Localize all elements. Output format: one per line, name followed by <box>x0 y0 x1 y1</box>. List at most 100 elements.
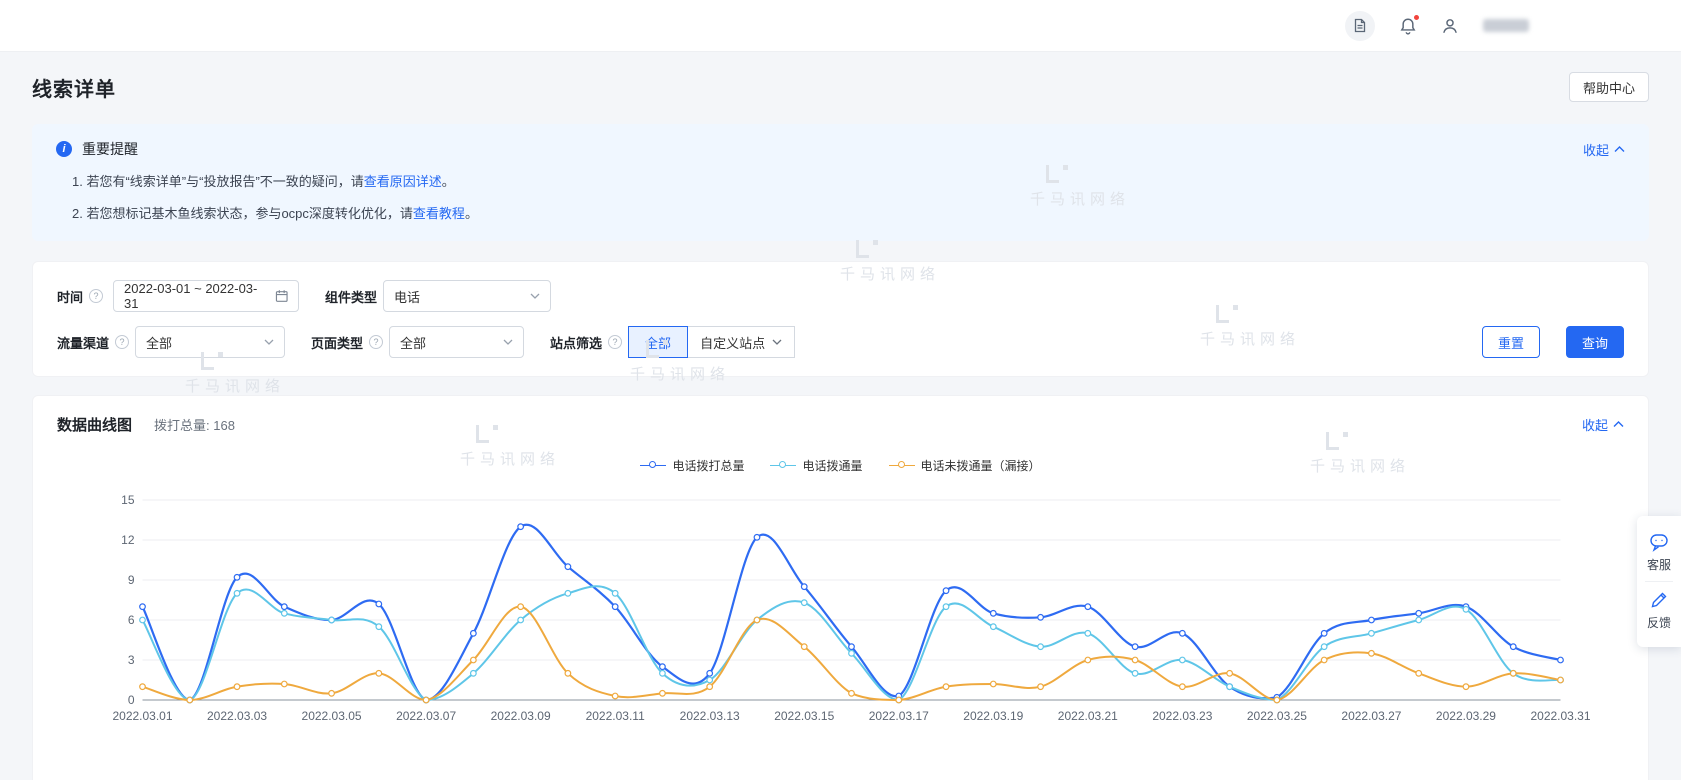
help-center-button[interactable]: 帮助中心 <box>1569 72 1649 102</box>
legend-item[interactable]: 电话拨通量 <box>770 457 862 474</box>
data-point[interactable] <box>1180 684 1186 690</box>
site-custom-segment[interactable]: 自定义站点 <box>688 326 795 358</box>
data-point[interactable] <box>849 691 855 697</box>
help-icon[interactable]: ? <box>369 335 383 349</box>
data-point[interactable] <box>991 611 997 617</box>
data-point[interactable] <box>849 644 855 650</box>
data-point[interactable] <box>282 604 288 610</box>
reset-button[interactable]: 重置 <box>1482 326 1540 358</box>
legend-item[interactable]: 电话拨打总量 <box>640 457 744 474</box>
feedback-button[interactable]: 反馈 <box>1639 584 1679 637</box>
data-point[interactable] <box>1558 657 1564 663</box>
data-point[interactable] <box>1085 631 1091 637</box>
data-point[interactable] <box>1369 617 1375 623</box>
data-point[interactable] <box>754 535 760 541</box>
document-icon[interactable] <box>1345 11 1375 41</box>
notice-item-link[interactable]: 查看教程 <box>413 206 465 221</box>
data-point[interactable] <box>1038 615 1044 621</box>
data-point[interactable] <box>140 604 146 610</box>
data-point[interactable] <box>1416 671 1422 677</box>
notice-collapse-button[interactable]: 收起 <box>1583 140 1625 159</box>
data-point[interactable] <box>707 671 713 677</box>
component-type-select[interactable]: 电话 <box>383 280 551 312</box>
notice-item-link[interactable]: 查看原因详述 <box>364 174 442 189</box>
help-icon[interactable]: ? <box>115 335 129 349</box>
data-point[interactable] <box>329 617 335 623</box>
customer-service-button[interactable]: 客服 <box>1639 526 1679 579</box>
data-point[interactable] <box>991 624 997 630</box>
data-point[interactable] <box>1038 644 1044 650</box>
data-point[interactable] <box>1321 657 1327 663</box>
site-all-segment[interactable]: 全部 <box>628 326 688 358</box>
data-point[interactable] <box>1132 657 1138 663</box>
data-point[interactable] <box>754 617 760 623</box>
data-point[interactable] <box>801 644 807 650</box>
data-point[interactable] <box>1463 684 1469 690</box>
data-point[interactable] <box>1321 644 1327 650</box>
data-point[interactable] <box>471 671 477 677</box>
data-point[interactable] <box>1558 677 1564 683</box>
date-range-input[interactable]: 2022-03-01 ~ 2022-03-31 <box>113 280 299 312</box>
data-point[interactable] <box>1369 631 1375 637</box>
data-point[interactable] <box>660 664 666 670</box>
page-type-select[interactable]: 全部 <box>389 326 524 358</box>
data-point[interactable] <box>660 691 666 697</box>
data-point[interactable] <box>1132 644 1138 650</box>
data-point[interactable] <box>518 604 524 610</box>
data-point[interactable] <box>1132 671 1138 677</box>
data-point[interactable] <box>1085 657 1091 663</box>
line-chart[interactable]: 036912152022.03.012022.03.032022.03.0520… <box>57 490 1624 728</box>
traffic-channel-select[interactable]: 全部 <box>135 326 285 358</box>
data-point[interactable] <box>612 604 618 610</box>
data-point[interactable] <box>1463 607 1469 613</box>
data-point[interactable] <box>1085 604 1091 610</box>
chart-collapse-button[interactable]: 收起 <box>1582 415 1624 434</box>
data-point[interactable] <box>1510 644 1516 650</box>
data-point[interactable] <box>1274 697 1280 703</box>
data-point[interactable] <box>423 697 429 703</box>
data-point[interactable] <box>1416 617 1422 623</box>
data-point[interactable] <box>660 671 666 677</box>
data-point[interactable] <box>234 684 240 690</box>
data-point[interactable] <box>518 524 524 530</box>
data-point[interactable] <box>1321 631 1327 637</box>
data-point[interactable] <box>471 631 477 637</box>
data-point[interactable] <box>1038 684 1044 690</box>
data-point[interactable] <box>376 624 382 630</box>
data-point[interactable] <box>612 591 618 597</box>
help-icon[interactable]: ? <box>608 335 622 349</box>
data-point[interactable] <box>943 604 949 610</box>
data-point[interactable] <box>282 611 288 617</box>
data-point[interactable] <box>1369 651 1375 657</box>
data-point[interactable] <box>943 588 949 594</box>
data-point[interactable] <box>1510 671 1516 677</box>
help-icon[interactable]: ? <box>89 289 103 303</box>
data-point[interactable] <box>849 651 855 657</box>
username-redacted[interactable] <box>1483 19 1529 32</box>
data-point[interactable] <box>140 684 146 690</box>
data-point[interactable] <box>707 684 713 690</box>
data-point[interactable] <box>896 697 902 703</box>
data-point[interactable] <box>234 575 240 581</box>
data-point[interactable] <box>1180 631 1186 637</box>
data-point[interactable] <box>565 671 571 677</box>
data-point[interactable] <box>234 591 240 597</box>
data-point[interactable] <box>1180 657 1186 663</box>
data-point[interactable] <box>801 584 807 590</box>
data-point[interactable] <box>140 617 146 623</box>
user-icon[interactable] <box>1441 17 1459 35</box>
data-point[interactable] <box>565 564 571 570</box>
data-point[interactable] <box>471 657 477 663</box>
data-point[interactable] <box>801 600 807 606</box>
data-point[interactable] <box>991 681 997 687</box>
bell-icon[interactable] <box>1399 17 1417 35</box>
data-point[interactable] <box>1416 611 1422 617</box>
legend-item[interactable]: 电话未拨通量（漏接） <box>889 457 1041 474</box>
data-point[interactable] <box>282 681 288 687</box>
data-point[interactable] <box>707 677 713 683</box>
data-point[interactable] <box>376 601 382 607</box>
query-button[interactable]: 查询 <box>1566 326 1624 358</box>
data-point[interactable] <box>612 693 618 699</box>
data-point[interactable] <box>943 684 949 690</box>
data-point[interactable] <box>518 617 524 623</box>
